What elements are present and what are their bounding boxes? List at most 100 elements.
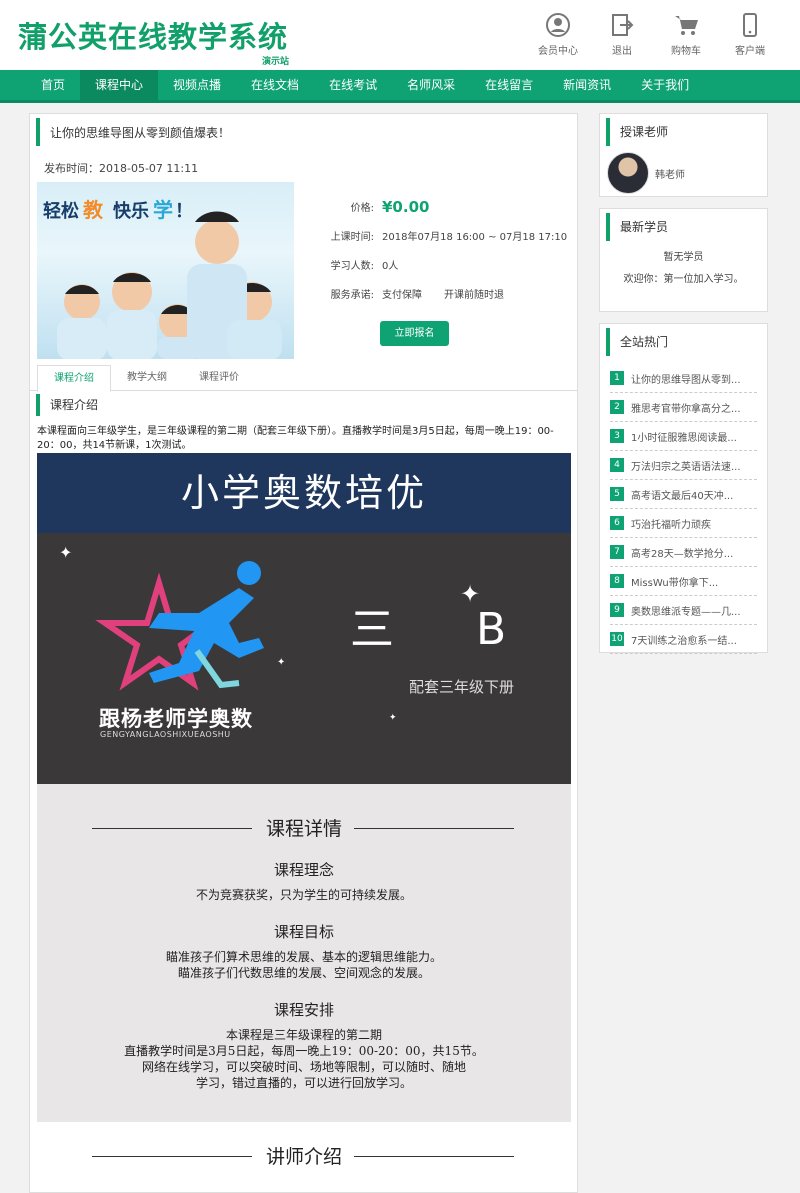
sparkle-icon: ✦ [389, 713, 397, 723]
hot-link[interactable]: 高考28天—数学抢分... [631, 545, 733, 560]
intro-heading: 课程介绍 [36, 394, 98, 416]
logout-icon [609, 12, 635, 38]
hot-link[interactable]: 奥数思维派专题——几... [631, 603, 741, 618]
schedule-line: 直播教学时间是3月5日起，每周一晚上19：00-20：00，共15节。 [124, 1044, 484, 1058]
member-center-label: 会员中心 [538, 46, 578, 57]
hot-link[interactable]: 万法归宗之英语语法速... [631, 458, 741, 473]
list-item[interactable]: 1 让你的思维导图从零到... [610, 364, 757, 393]
time-row: 上课时间: 2018年07月18 16:00 ~ 07月18 17:10 [310, 221, 570, 250]
goal-line: 瞄准孩子们算术思维的发展、基本的逻辑思维能力。 [165, 950, 442, 964]
rank-badge: 4 [610, 458, 624, 472]
schedule-line: 本课程是三年级课程的第二期 [225, 1028, 382, 1042]
runner-logo-icon [95, 561, 264, 691]
signup-button[interactable]: 立即报名 [380, 321, 449, 346]
promise-row: 服务承诺: 支付保障 开课前随时退 [310, 279, 570, 308]
list-item[interactable]: 4 万法归宗之英语语法速... [610, 451, 757, 480]
course-title: 让你的思维导图从零到颜值爆表！ [36, 118, 577, 146]
rank-badge: 7 [610, 545, 624, 559]
price-label: 价格: [350, 203, 374, 214]
teacher-info[interactable]: 韩老师 [600, 146, 767, 194]
teacher-intro-heading: 讲师介绍 [37, 1142, 571, 1169]
philosophy-text: 不为竞赛获奖，只为学生的可持续发展。 [195, 888, 412, 902]
nav-courses[interactable]: 课程中心 [80, 70, 159, 100]
welcome-text: 欢迎你：第一位加入学习。 [623, 274, 744, 285]
list-item[interactable]: 7 高考28天—数学抢分... [610, 538, 757, 567]
students-info: 暂无学员 欢迎你：第一位加入学习。 [600, 247, 767, 291]
goal-heading: 课程目标 [273, 923, 334, 941]
hot-link[interactable]: 7天训练之治愈系一结... [631, 632, 737, 647]
cart-icon [673, 12, 699, 38]
hot-link[interactable]: 雅思考官带你拿高分之... [631, 400, 741, 415]
site-header: 蒲公英在线教学系统 演示站 会员中心 退出 购物车 客户端 [0, 0, 800, 70]
promise-payment: 支付保障 [382, 290, 422, 301]
hot-card: 全站热门 1 让你的思维导图从零到... 2 雅思考官带你拿高分之... 3 1小时征… [599, 323, 768, 654]
goal-text: 瞄准孩子们算术思维的发展、基本的逻辑思维能力。 瞄准孩子们代数思维的发展、空间观… [37, 949, 571, 981]
client-label: 客户端 [735, 46, 765, 57]
tab-reviews[interactable]: 课程评价 [183, 365, 255, 390]
poster-title: 小学奥数培优 [37, 453, 571, 533]
nav-teachers[interactable]: 名师风采 [392, 70, 470, 100]
nav-news[interactable]: 新闻资讯 [548, 70, 626, 100]
cover-text-happy: 快乐 [113, 200, 149, 222]
list-item[interactable]: 2 雅思考官带你拿高分之... [610, 393, 757, 422]
hot-link[interactable]: MissWu带你拿下... [631, 574, 718, 589]
students-value: 0人 [382, 261, 399, 272]
students-label: 学习人数: [330, 261, 374, 272]
schedule-line: 网络在线学习，可以突破时间、场地等限制，可以随时、随地 [141, 1060, 466, 1074]
students-row: 学习人数: 0人 [310, 250, 570, 279]
main-nav: 首页 课程中心 视频点播 在线文档 在线考试 名师风采 在线留言 新闻资讯 关于… [0, 70, 800, 103]
hot-link[interactable]: 让你的思维导图从零到... [631, 371, 741, 386]
nav-video[interactable]: 视频点播 [158, 70, 236, 100]
logo-subtitle: 演示站 [262, 57, 290, 67]
nav-home[interactable]: 首页 [26, 70, 80, 100]
list-item[interactable]: 3 1小时征服雅思阅读最... [610, 422, 757, 451]
hot-list: 1 让你的思维导图从零到... 2 雅思考官带你拿高分之... 3 1小时征服雅思阅读… [600, 356, 767, 654]
course-cover-image: 轻松 教 快乐 学 ！ [37, 182, 294, 359]
logout-label: 退出 [612, 46, 632, 57]
poster-body: ✦ ✦ ✦ ✦ 跟杨老师学奥数 GENGYANGLAOSHIXUEAOSHU 三… [37, 533, 571, 784]
rank-badge: 5 [610, 487, 624, 501]
list-item[interactable]: 9 奥数思维派专题——几... [610, 596, 757, 625]
nav-about[interactable]: 关于我们 [626, 70, 704, 100]
philosophy-heading: 课程理念 [273, 861, 334, 879]
member-center-link[interactable]: 会员中心 [528, 10, 588, 57]
promise-label: 服务承诺: [330, 290, 374, 301]
list-item[interactable]: 8 MissWu带你拿下... [610, 567, 757, 596]
nav-message[interactable]: 在线留言 [470, 70, 548, 100]
teacher-name[interactable]: 韩老师 [655, 166, 685, 181]
list-item[interactable]: 6 巧治托福听力顽疾 [610, 509, 757, 538]
cover-text-learn: 学 [153, 198, 173, 222]
poster-grade: 三 B [350, 604, 541, 655]
teacher-card: 授课老师 韩老师 [599, 113, 768, 197]
tab-syllabus[interactable]: 教学大纲 [111, 365, 183, 390]
nav-docs[interactable]: 在线文档 [236, 70, 314, 100]
cover-text-exclaim: ！ [175, 201, 193, 222]
avatar[interactable] [607, 152, 649, 194]
poster-grade-sub: 配套三年级下册 [409, 678, 515, 696]
site-logo[interactable]: 蒲公英在线教学系统 [18, 14, 288, 56]
nav-exam[interactable]: 在线考试 [314, 70, 392, 100]
hot-link[interactable]: 高考语文最后40天冲... [631, 487, 733, 502]
students-card: 最新学员 暂无学员 欢迎你：第一位加入学习。 [599, 208, 768, 312]
rank-badge: 10 [610, 632, 624, 646]
price-row: 价格: ¥0.00 [310, 192, 570, 221]
tab-intro[interactable]: 课程介绍 [37, 365, 111, 392]
cart-label: 购物车 [671, 46, 701, 57]
intro-text: 本课程面向三年级学生，是三年级课程的第二期（配套三年级下册）。直播教学时间是3月… [37, 426, 554, 451]
time-value: 2018年07月18 16:00 ~ 07月18 17:10 [382, 232, 568, 243]
list-item[interactable]: 5 高考语文最后40天冲... [610, 480, 757, 509]
hot-link[interactable]: 1小时征服雅思阅读最... [631, 429, 737, 444]
course-poster: 小学奥数培优 ✦ ✦ ✦ ✦ 跟杨老师学奥数 GENGYANGLAOSHIXUE… [37, 453, 571, 784]
list-item[interactable]: 10 7天训练之治愈系一结... [610, 625, 757, 654]
mobile-icon [737, 12, 763, 38]
rank-badge: 3 [610, 429, 624, 443]
cart-link[interactable]: 购物车 [656, 10, 716, 57]
rank-badge: 1 [610, 371, 624, 385]
students-card-title: 最新学员 [606, 213, 767, 241]
cover-text-easy: 轻松 [43, 200, 79, 222]
no-students-text: 暂无学员 [663, 252, 704, 263]
cover-text-teach: 教 [83, 198, 104, 222]
logout-link[interactable]: 退出 [592, 10, 652, 57]
hot-link[interactable]: 巧治托福听力顽疾 [631, 516, 711, 531]
client-link[interactable]: 客户端 [720, 10, 780, 57]
